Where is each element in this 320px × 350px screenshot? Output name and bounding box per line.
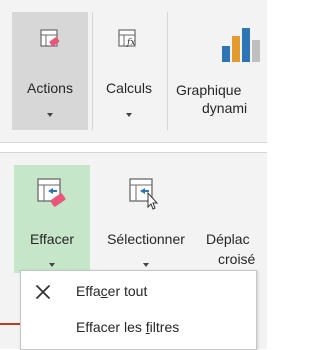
deplacer-label-line1: Déplac [206, 231, 250, 247]
menu-item-label: Effacer tout [76, 283, 148, 299]
eraser-icon [37, 178, 66, 207]
actions-button[interactable]: Actions [12, 12, 88, 130]
chevron-down-icon [143, 263, 149, 267]
menu-item-label: Effacer les filtres [76, 319, 180, 335]
calculs-icon: fx [118, 29, 136, 48]
actions-label: Actions [27, 80, 73, 96]
selectionner-label: Sélectionner [107, 231, 185, 247]
graphique-label-line2: dynami [202, 100, 248, 116]
chevron-down-icon [47, 113, 53, 117]
chevron-down-icon [49, 263, 55, 267]
selectionner-button[interactable]: Sélectionner [90, 165, 202, 273]
actions-icon [40, 29, 60, 47]
effacer-dropdown-menu: Effacer tout Effacer les filtres [20, 270, 257, 350]
select-cursor-icon [129, 178, 159, 210]
menu-item-effacer-filtres[interactable]: Effacer les filtres [21, 310, 256, 346]
ribbon-top: Actions fx Calculs Graphique dynami [0, 0, 267, 143]
graphique-dynamique-button[interactable]: Graphique dynami [168, 12, 267, 130]
divider [0, 323, 20, 325]
calculs-button[interactable]: fx Calculs [93, 12, 165, 130]
chevron-down-icon [126, 113, 132, 117]
effacer-label: Effacer [29, 231, 75, 247]
graphique-label-line1: Graphique [176, 82, 242, 98]
effacer-button[interactable]: Effacer [14, 165, 90, 273]
svg-text:fx: fx [126, 38, 135, 48]
menu-item-effacer-tout[interactable]: Effacer tout [21, 274, 256, 310]
pivot-chart-icon [222, 28, 260, 62]
calculs-label: Calculs [106, 80, 152, 96]
deplacer-button[interactable]: Déplac croisé [204, 165, 267, 273]
close-icon [36, 285, 50, 299]
deplacer-label-line2: croisé [218, 251, 256, 267]
